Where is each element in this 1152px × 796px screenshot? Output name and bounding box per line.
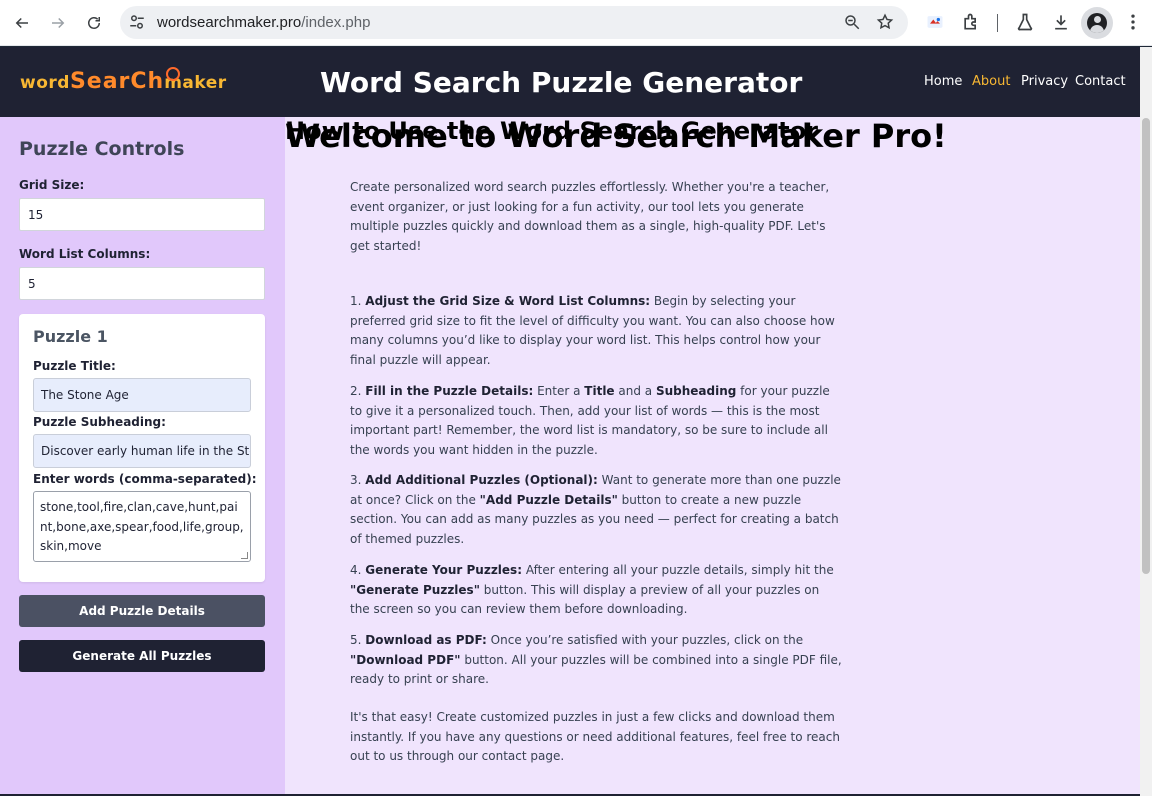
step-title: Download as PDF: (365, 633, 487, 647)
step-4: 4. Generate Your Puzzles: After entering… (350, 561, 842, 620)
puzzle-card-title: Puzzle 1 (33, 327, 108, 346)
grid-size-label: Grid Size: (19, 178, 85, 192)
sidebar-heading: Puzzle Controls (19, 138, 185, 160)
step-1: 1. Adjust the Grid Size & Word List Colu… (350, 292, 842, 370)
step-bold-term: "Generate Puzzles" (350, 582, 480, 597)
download-icon[interactable] (1051, 12, 1071, 32)
site-logo[interactable]: wordSearChmaker (20, 69, 227, 94)
logo-word-part: word (20, 73, 70, 93)
extension-puzzle-colored-icon[interactable] (925, 12, 945, 32)
puzzle-title-input[interactable]: The Stone Age (33, 378, 251, 412)
intro-paragraph: Create personalized word search puzzles … (350, 180, 830, 253)
back-icon[interactable] (10, 11, 34, 35)
address-bar[interactable]: wordsearchmaker.pro/index.php (120, 6, 908, 39)
words-text: stone,tool,fire,clan,cave,hunt,paint,bon… (40, 500, 244, 553)
step-text: Enter a (533, 384, 585, 398)
puzzle-subheading-label: Puzzle Subheading: (33, 415, 166, 429)
url-text[interactable]: wordsearchmaker.pro/index.php (157, 14, 370, 31)
step-bold-term: Subheading (655, 384, 737, 398)
step-bold-term: "Download PDF" (350, 652, 461, 667)
page-scrollbar-thumb[interactable] (1142, 118, 1150, 574)
step-5: 5. Download as PDF: Once you’re satisfie… (350, 631, 842, 690)
step-title: Adjust the Grid Size & Word List Columns… (365, 294, 651, 308)
puzzle-title-label: Puzzle Title: (33, 359, 116, 373)
step-number: 1. (350, 294, 362, 308)
word-list-columns-label: Word List Columns: (19, 247, 151, 261)
step-bold-term: "Add Puzzle Details" (479, 492, 618, 507)
logo-search-part: SearCh (69, 69, 165, 94)
bookmark-star-icon[interactable] (876, 13, 894, 31)
grid-size-input[interactable]: 15 (19, 198, 265, 231)
words-label: Enter words (comma-separated): (33, 472, 257, 486)
browser-toolbar: wordsearchmaker.pro/index.php (0, 0, 1152, 46)
nav-about[interactable]: About (972, 74, 1010, 89)
nav-home[interactable]: Home (924, 74, 962, 89)
step-text: After entering all your puzzle details, … (522, 563, 834, 577)
nav-contact[interactable]: Contact (1075, 74, 1126, 89)
forward-icon[interactable] (46, 11, 70, 35)
step-title: Add Additional Puzzles (Optional): (365, 473, 598, 487)
site-info-icon[interactable] (128, 13, 146, 31)
resize-handle-icon[interactable] (241, 552, 248, 559)
step-text: Once you’re satisfied with your puzzles,… (486, 633, 804, 647)
add-puzzle-details-button[interactable]: Add Puzzle Details (19, 595, 265, 627)
puzzle-subheading-input[interactable]: Discover early human life in the Sto (33, 434, 251, 468)
step-text: and a (614, 384, 656, 398)
howto-heading: How to Use the Word Search Generator (285, 117, 818, 145)
labs-flask-icon[interactable] (1015, 12, 1035, 32)
generate-all-puzzles-button[interactable]: Generate All Puzzles (19, 640, 265, 672)
url-domain: wordsearchmaker.pro (157, 14, 302, 31)
reload-icon[interactable] (82, 11, 106, 35)
profile-avatar-icon[interactable] (1081, 7, 1113, 39)
extensions-icon[interactable] (961, 12, 981, 32)
site-title: Word Search Puzzle Generator (320, 66, 803, 99)
step-number: 5. (350, 633, 362, 647)
logo-magnifier-icon (166, 67, 180, 81)
word-list-columns-input[interactable]: 5 (19, 267, 265, 300)
zoom-icon[interactable] (843, 13, 861, 31)
toolbar-divider (997, 14, 998, 32)
step-title: Fill in the Puzzle Details: (365, 384, 534, 398)
step-3: 3. Add Additional Puzzles (Optional): Wa… (350, 471, 842, 549)
menu-kebab-icon[interactable] (1123, 12, 1143, 32)
words-textarea[interactable]: stone,tool,fire,clan,cave,hunt,paint,bon… (33, 491, 251, 562)
step-number: 2. (350, 384, 362, 398)
step-number: 3. (350, 473, 362, 487)
closing-paragraph: It's that easy! Create customized puzzle… (350, 710, 840, 763)
step-number: 4. (350, 563, 362, 577)
step-title: Generate Your Puzzles: (365, 563, 522, 577)
step-2: 2. Fill in the Puzzle Details: Enter a T… (350, 382, 842, 460)
step-bold-term: Title (584, 384, 615, 398)
url-path: /index.php (301, 14, 371, 31)
nav-privacy[interactable]: Privacy (1021, 74, 1068, 89)
